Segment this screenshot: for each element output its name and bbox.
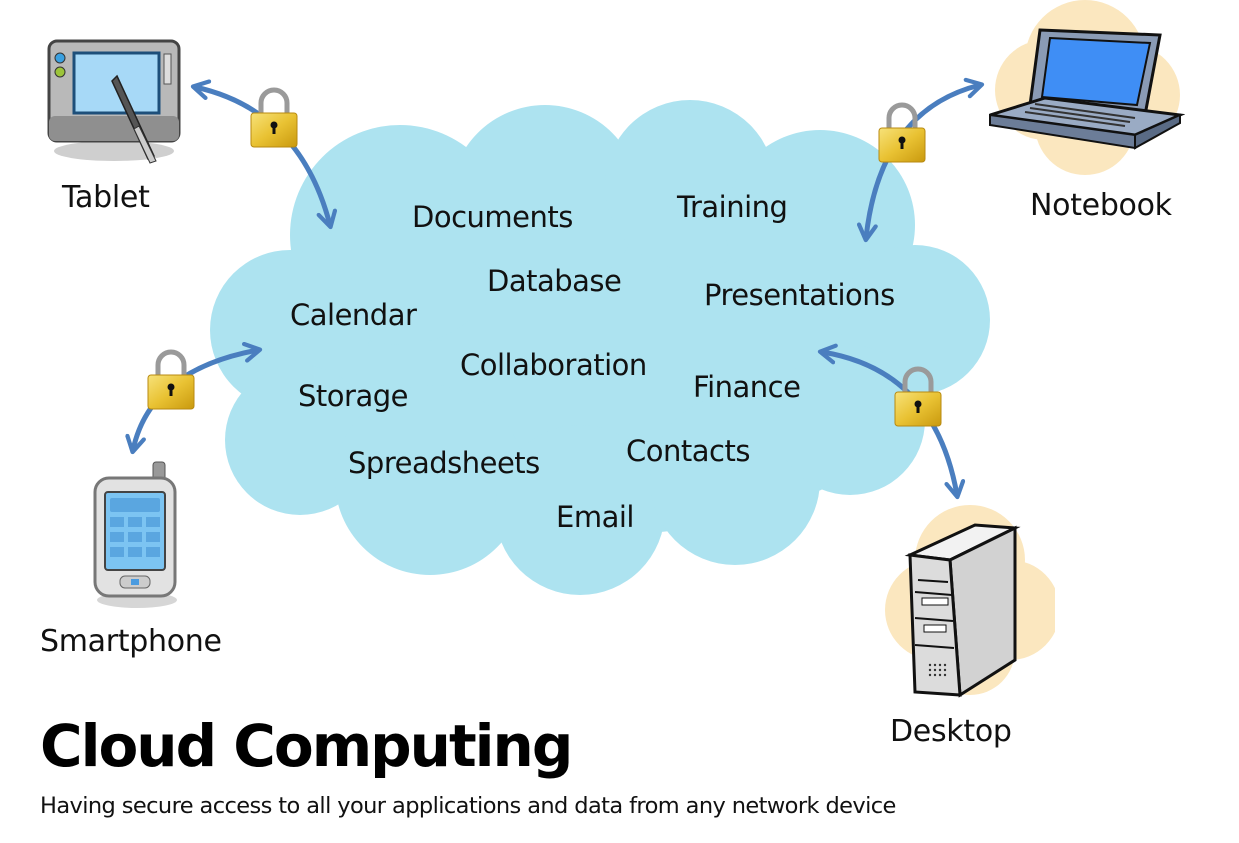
service-documents: Documents (412, 200, 573, 234)
service-finance: Finance (693, 370, 801, 404)
device-label-notebook: Notebook (1030, 188, 1172, 223)
page-subtitle: Having secure access to all your applica… (40, 793, 896, 819)
service-spreadsheets: Spreadsheets (348, 446, 540, 480)
smartphone-icon (93, 461, 177, 608)
service-database: Database (487, 264, 622, 298)
padlock-icon (895, 369, 941, 426)
laptop-icon (989, 0, 1185, 175)
device-label-desktop: Desktop (890, 714, 1012, 749)
padlock-icon (148, 352, 194, 409)
service-calendar: Calendar (290, 298, 417, 332)
service-presentations: Presentations (704, 278, 895, 312)
padlock-icon (879, 105, 925, 162)
service-collaboration: Collaboration (460, 348, 647, 382)
service-contacts: Contacts (626, 434, 750, 468)
service-email: Email (556, 500, 634, 534)
desktop-tower-icon (885, 505, 1055, 698)
device-label-tablet: Tablet (62, 180, 150, 215)
padlock-icon (251, 90, 297, 147)
device-label-smartphone: Smartphone (40, 624, 222, 659)
service-training: Training (677, 190, 788, 224)
service-storage: Storage (298, 379, 408, 413)
tablet-icon (47, 39, 181, 164)
page-title: Cloud Computing (40, 712, 573, 780)
